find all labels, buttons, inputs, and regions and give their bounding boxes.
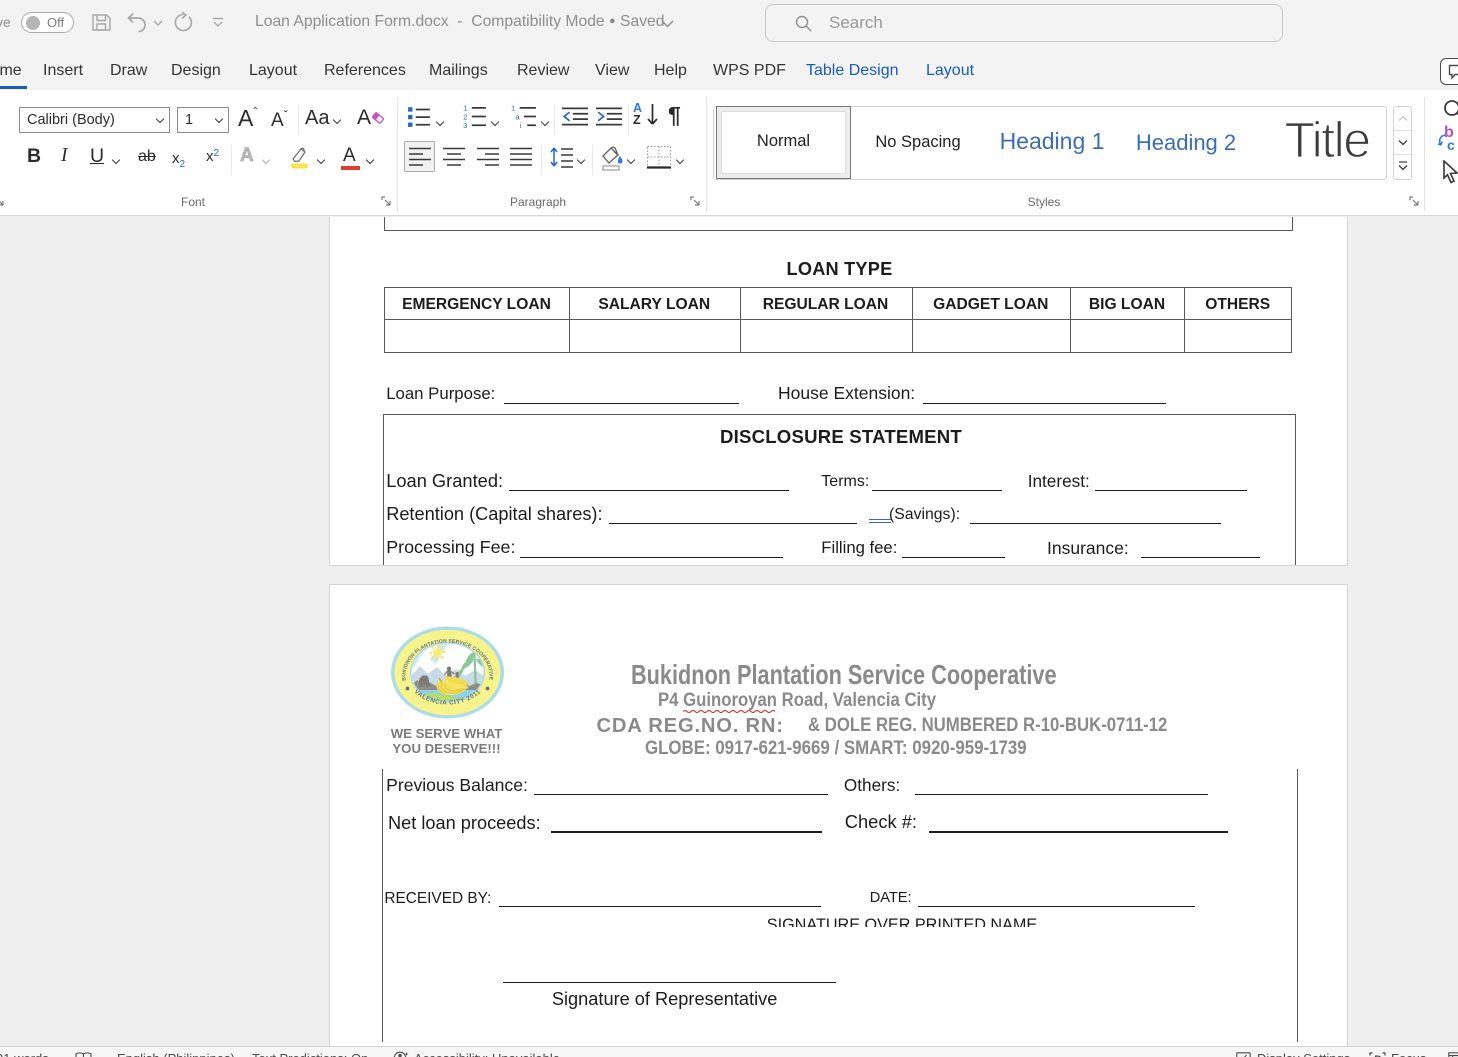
svg-text:2: 2 xyxy=(463,112,467,121)
svg-text:D: D xyxy=(1374,1053,1382,1057)
svg-text:i: i xyxy=(520,121,522,129)
svg-text:c: c xyxy=(1447,137,1455,153)
svg-text:1: 1 xyxy=(511,104,515,113)
svg-text:a: a xyxy=(515,112,520,121)
svg-text:1: 1 xyxy=(463,104,467,113)
svg-text:3: 3 xyxy=(463,121,467,129)
